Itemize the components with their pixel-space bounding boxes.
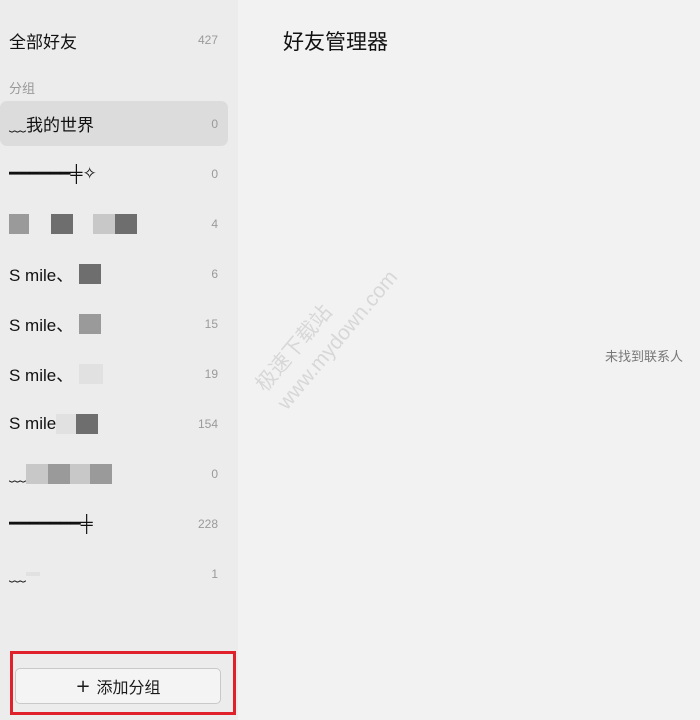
group-item[interactable]: 4 <box>0 201 228 246</box>
blurred-name-block <box>93 213 115 234</box>
group-item[interactable]: ﹏ 1 <box>0 551 228 596</box>
group-name: S mile、 <box>9 361 104 386</box>
blurred-name-gap <box>73 214 93 234</box>
blurred-name-block <box>90 463 112 484</box>
all-friends-item[interactable]: 全部好友 427 <box>0 22 228 58</box>
blurred-name-block <box>79 263 102 284</box>
all-friends-label: 全部好友 <box>9 32 77 53</box>
group-name-text: S mile <box>9 413 57 433</box>
group-name-text: ﹏ <box>9 566 26 585</box>
blurred-name-block <box>51 213 73 234</box>
group-name: ﹏我的世界 <box>9 116 94 135</box>
blurred-name-block <box>56 413 77 434</box>
group-name: ━━━━━━━╪ <box>9 513 93 533</box>
group-item[interactable]: S mile、 15 <box>0 301 228 346</box>
group-name: S mile、 <box>9 261 102 286</box>
group-name-text: S mile、 <box>9 366 74 385</box>
empty-state-message: 未找到联系人 <box>604 350 683 365</box>
group-item[interactable]: ﹏ 0 <box>0 451 228 496</box>
group-item[interactable]: ﹏我的世界 0 <box>0 101 228 146</box>
blurred-name-gap <box>29 214 51 234</box>
group-name: S mile <box>9 413 99 434</box>
group-name: ━━━━━━╪✧ <box>9 163 97 183</box>
blurred-name-block <box>115 213 137 234</box>
group-count: 15 <box>204 316 218 331</box>
group-name-blurred <box>9 213 137 234</box>
group-count: 154 <box>197 416 218 431</box>
blurred-name-block <box>26 571 40 576</box>
group-name-text: ﹏ <box>9 466 26 485</box>
sidebar: 全部好友 427 分组 ﹏我的世界 0 ━━━━━━╪✧ 0 4 S mile、… <box>0 0 238 720</box>
add-group-label: 添加分组 <box>96 678 161 697</box>
group-name: S mile、 <box>9 311 102 336</box>
blurred-name-block <box>48 463 70 484</box>
group-count: 0 <box>211 116 218 131</box>
group-count: 0 <box>211 166 218 181</box>
page-title: 好友管理器 <box>283 30 388 54</box>
groups-section-label: 分组 <box>9 82 36 97</box>
blurred-name-block <box>76 413 99 434</box>
group-name-text: S mile、 <box>9 266 74 285</box>
blurred-name-block <box>26 463 48 484</box>
add-group-highlight: + 添加分组 <box>10 651 236 715</box>
blurred-name-block <box>9 213 29 234</box>
group-count: 6 <box>211 266 218 281</box>
group-item[interactable]: ━━━━━━╪✧ 0 <box>0 151 228 196</box>
group-name-text: S mile、 <box>9 316 74 335</box>
blurred-name-block <box>70 463 90 484</box>
group-count: 4 <box>211 216 218 231</box>
group-count: 19 <box>204 366 218 381</box>
all-friends-count: 427 <box>197 33 218 47</box>
group-item[interactable]: ━━━━━━━╪ 228 <box>0 501 228 546</box>
group-item[interactable]: S mile 154 <box>0 401 228 446</box>
watermark: 极速下载站 www.mydown.com <box>250 247 405 416</box>
plus-icon: + <box>75 675 91 697</box>
group-name: ﹏ <box>9 461 112 486</box>
group-name: ﹏ <box>9 561 40 586</box>
add-group-button[interactable]: + 添加分组 <box>15 668 221 704</box>
group-item[interactable]: S mile、 6 <box>0 251 228 296</box>
group-count: 0 <box>211 466 218 481</box>
blurred-name-block <box>79 313 102 334</box>
group-item[interactable]: S mile、 19 <box>0 351 228 396</box>
group-count: 228 <box>197 516 218 531</box>
group-count: 1 <box>211 566 218 581</box>
blurred-name-block <box>79 363 104 384</box>
group-list: ﹏我的世界 0 ━━━━━━╪✧ 0 4 S mile、 6 S mile、 1… <box>0 101 238 601</box>
